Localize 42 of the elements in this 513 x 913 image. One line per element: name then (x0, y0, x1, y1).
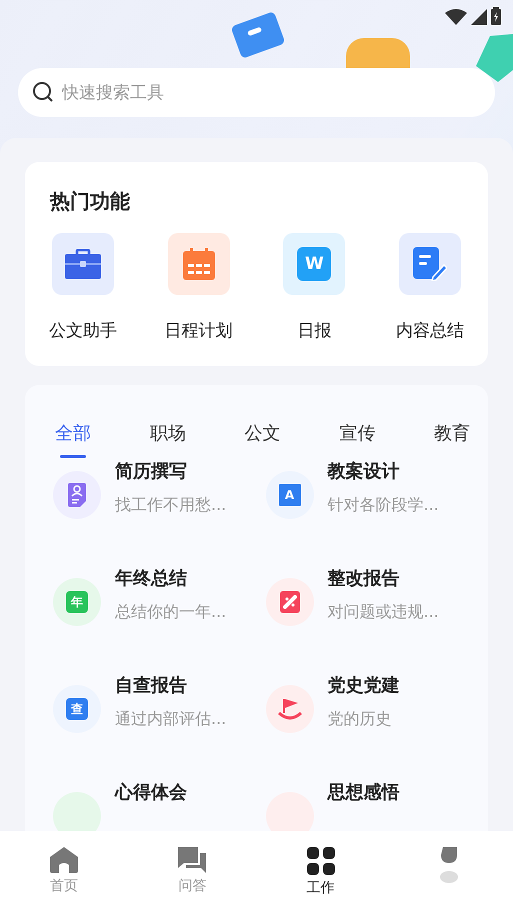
feature-icon[interactable] (399, 233, 462, 295)
section-title: 热门功能 (48, 188, 131, 215)
category-tab[interactable]: 公文 (244, 421, 280, 459)
profile-icon (438, 847, 459, 885)
wifi-icon (445, 9, 467, 25)
tool-title[interactable]: 教案设计 (328, 459, 439, 483)
category-tab[interactable]: 职场 (150, 421, 186, 459)
signal-icon (471, 9, 487, 25)
tool-title[interactable]: 心得体会 (115, 780, 187, 804)
category-tab[interactable]: 全部 (55, 421, 91, 459)
tool-description: 通过内部评估... (115, 709, 226, 730)
feature-label[interactable]: 日程计划 (164, 319, 233, 342)
feature-label[interactable]: 日报 (297, 319, 332, 342)
feature-icon[interactable] (52, 233, 114, 295)
feature-label[interactable]: 公文助手 (48, 319, 117, 342)
tool-description: 对问题或违规... (328, 602, 439, 623)
tool-description: 总结你的一年... (115, 602, 226, 623)
gem-drawing (476, 34, 513, 82)
category-tab[interactable]: 教育 (434, 421, 470, 459)
tool-title[interactable]: 简历撰写 (115, 459, 226, 483)
home-icon (50, 847, 78, 873)
tool-title[interactable]: 年终总结 (115, 566, 226, 590)
feature-icon[interactable] (168, 233, 230, 295)
tool-title[interactable]: 整改报告 (328, 566, 439, 590)
tool-title[interactable]: 自查报告 (115, 673, 226, 697)
nav-tab[interactable]: 工作 (280, 847, 361, 897)
feature-label[interactable]: 内容总结 (396, 319, 464, 342)
battery-icon (491, 7, 501, 25)
tool-icon[interactable]: 查 (53, 685, 101, 733)
tool-icon[interactable]: A (266, 471, 314, 519)
tool-title[interactable]: 思想感悟 (328, 780, 400, 804)
tool-description: 针对各阶段学... (328, 495, 439, 516)
tool-description: 找工作不用愁... (115, 495, 226, 516)
search-icon (32, 81, 54, 103)
tool-icon[interactable] (266, 578, 314, 626)
tool-description: 党的历史 (328, 709, 392, 730)
tool-title[interactable]: 党史党建 (328, 673, 400, 697)
chat-icon (178, 847, 206, 873)
grid-icon (306, 847, 335, 875)
category-tab[interactable]: 宣传 (339, 421, 376, 459)
tool-icon[interactable] (53, 471, 101, 519)
tool-icon[interactable] (266, 685, 314, 733)
